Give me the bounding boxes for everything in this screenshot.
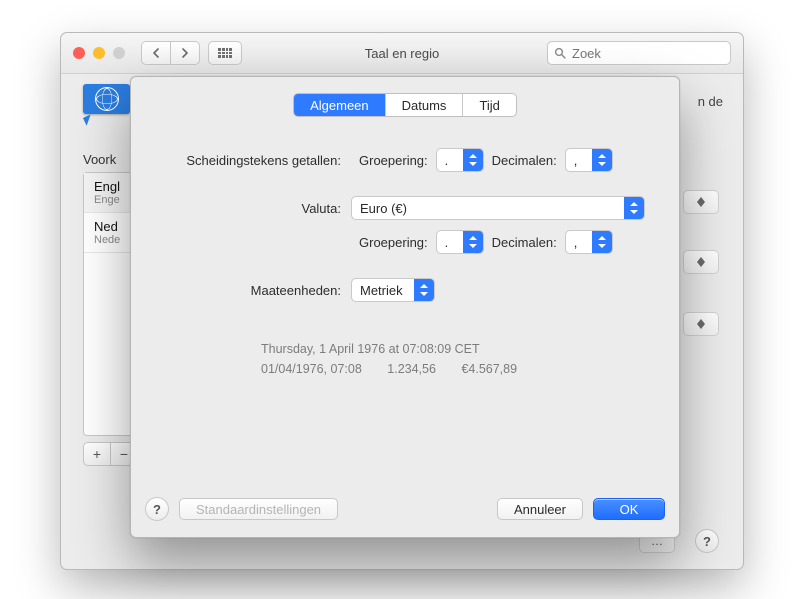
- region-flag-icon: [83, 84, 130, 114]
- stub-popup[interactable]: [683, 190, 719, 214]
- currency-popup[interactable]: Euro (€): [351, 196, 645, 220]
- sheet-footer: ? Standaardinstellingen Annuleer OK: [145, 495, 665, 523]
- label-units: Maateenheden:: [131, 283, 351, 298]
- traffic-lights: [73, 47, 125, 59]
- sheet-tabs: Algemeen Datums Tijd: [293, 93, 517, 117]
- advanced-sheet: Algemeen Datums Tijd Scheidingstekens ge…: [130, 76, 680, 538]
- number-decimal-popup[interactable]: ,: [565, 148, 613, 172]
- chevron-updown-icon: [414, 279, 434, 301]
- minimize-window-button[interactable]: [93, 47, 105, 59]
- forward-button[interactable]: [170, 41, 200, 65]
- number-grouping-popup[interactable]: .: [436, 148, 484, 172]
- tab-datums[interactable]: Datums: [385, 94, 463, 116]
- grid-icon: [218, 48, 232, 58]
- preview-date: 01/04/1976, 07:08: [261, 359, 362, 379]
- currency-value: Euro (€): [352, 201, 624, 216]
- units-value: Metriek: [352, 283, 414, 298]
- stepper-icon: [696, 319, 706, 329]
- preview-line-1: Thursday, 1 April 1976 at 07:08:09 CET: [261, 339, 679, 359]
- tab-tijd[interactable]: Tijd: [462, 94, 515, 116]
- format-preview: Thursday, 1 April 1976 at 07:08:09 CET 0…: [261, 339, 679, 379]
- titlebar: Taal en regio: [61, 33, 743, 74]
- units-popup[interactable]: Metriek: [351, 278, 435, 302]
- label-number-separators: Scheidingstekens getallen:: [131, 153, 351, 168]
- stub-popup[interactable]: [683, 312, 719, 336]
- label-decimals: Decimalen:: [484, 235, 565, 250]
- currency-grouping-popup[interactable]: .: [436, 230, 484, 254]
- sheet-help-button[interactable]: ?: [145, 497, 169, 521]
- show-all-button[interactable]: [208, 41, 242, 65]
- preview-number: 1.234,56: [387, 359, 436, 379]
- zoom-window-button[interactable]: [113, 47, 125, 59]
- ok-button[interactable]: OK: [593, 498, 665, 520]
- chevron-right-icon: [181, 48, 189, 58]
- chevron-updown-icon: [624, 197, 644, 219]
- label-decimals: Decimalen:: [484, 153, 565, 168]
- preferred-languages-label: Voork: [83, 152, 116, 167]
- number-grouping-value: .: [437, 153, 463, 168]
- tab-algemeen[interactable]: Algemeen: [294, 94, 385, 116]
- chevron-updown-icon: [592, 149, 612, 171]
- stub-popup[interactable]: [683, 250, 719, 274]
- label-grouping: Groepering:: [351, 153, 436, 168]
- help-button[interactable]: ?: [695, 529, 719, 553]
- stepper-icon: [696, 257, 706, 267]
- search-icon: [554, 47, 566, 59]
- search-input[interactable]: [570, 45, 724, 62]
- stepper-icon: [696, 197, 706, 207]
- search-field[interactable]: [547, 41, 731, 65]
- header-hint-fragment: n de: [698, 94, 723, 109]
- defaults-button[interactable]: Standaardinstellingen: [179, 498, 338, 520]
- chevron-updown-icon: [592, 231, 612, 253]
- label-currency: Valuta:: [131, 201, 351, 216]
- currency-decimal-popup[interactable]: ,: [565, 230, 613, 254]
- preview-currency: €4.567,89: [461, 359, 517, 379]
- globe-icon: [95, 87, 119, 111]
- chevron-updown-icon: [463, 231, 483, 253]
- add-language-button[interactable]: +: [83, 442, 111, 466]
- close-window-button[interactable]: [73, 47, 85, 59]
- nav-buttons: [141, 41, 200, 65]
- chevron-updown-icon: [463, 149, 483, 171]
- chevron-left-icon: [152, 48, 160, 58]
- label-grouping: Groepering:: [351, 235, 436, 250]
- cancel-button[interactable]: Annuleer: [497, 498, 583, 520]
- back-button[interactable]: [141, 41, 170, 65]
- currency-decimal-value: ,: [566, 235, 592, 250]
- form-general: Scheidingstekens getallen: Groepering: .…: [131, 143, 679, 379]
- currency-grouping-value: .: [437, 235, 463, 250]
- number-decimal-value: ,: [566, 153, 592, 168]
